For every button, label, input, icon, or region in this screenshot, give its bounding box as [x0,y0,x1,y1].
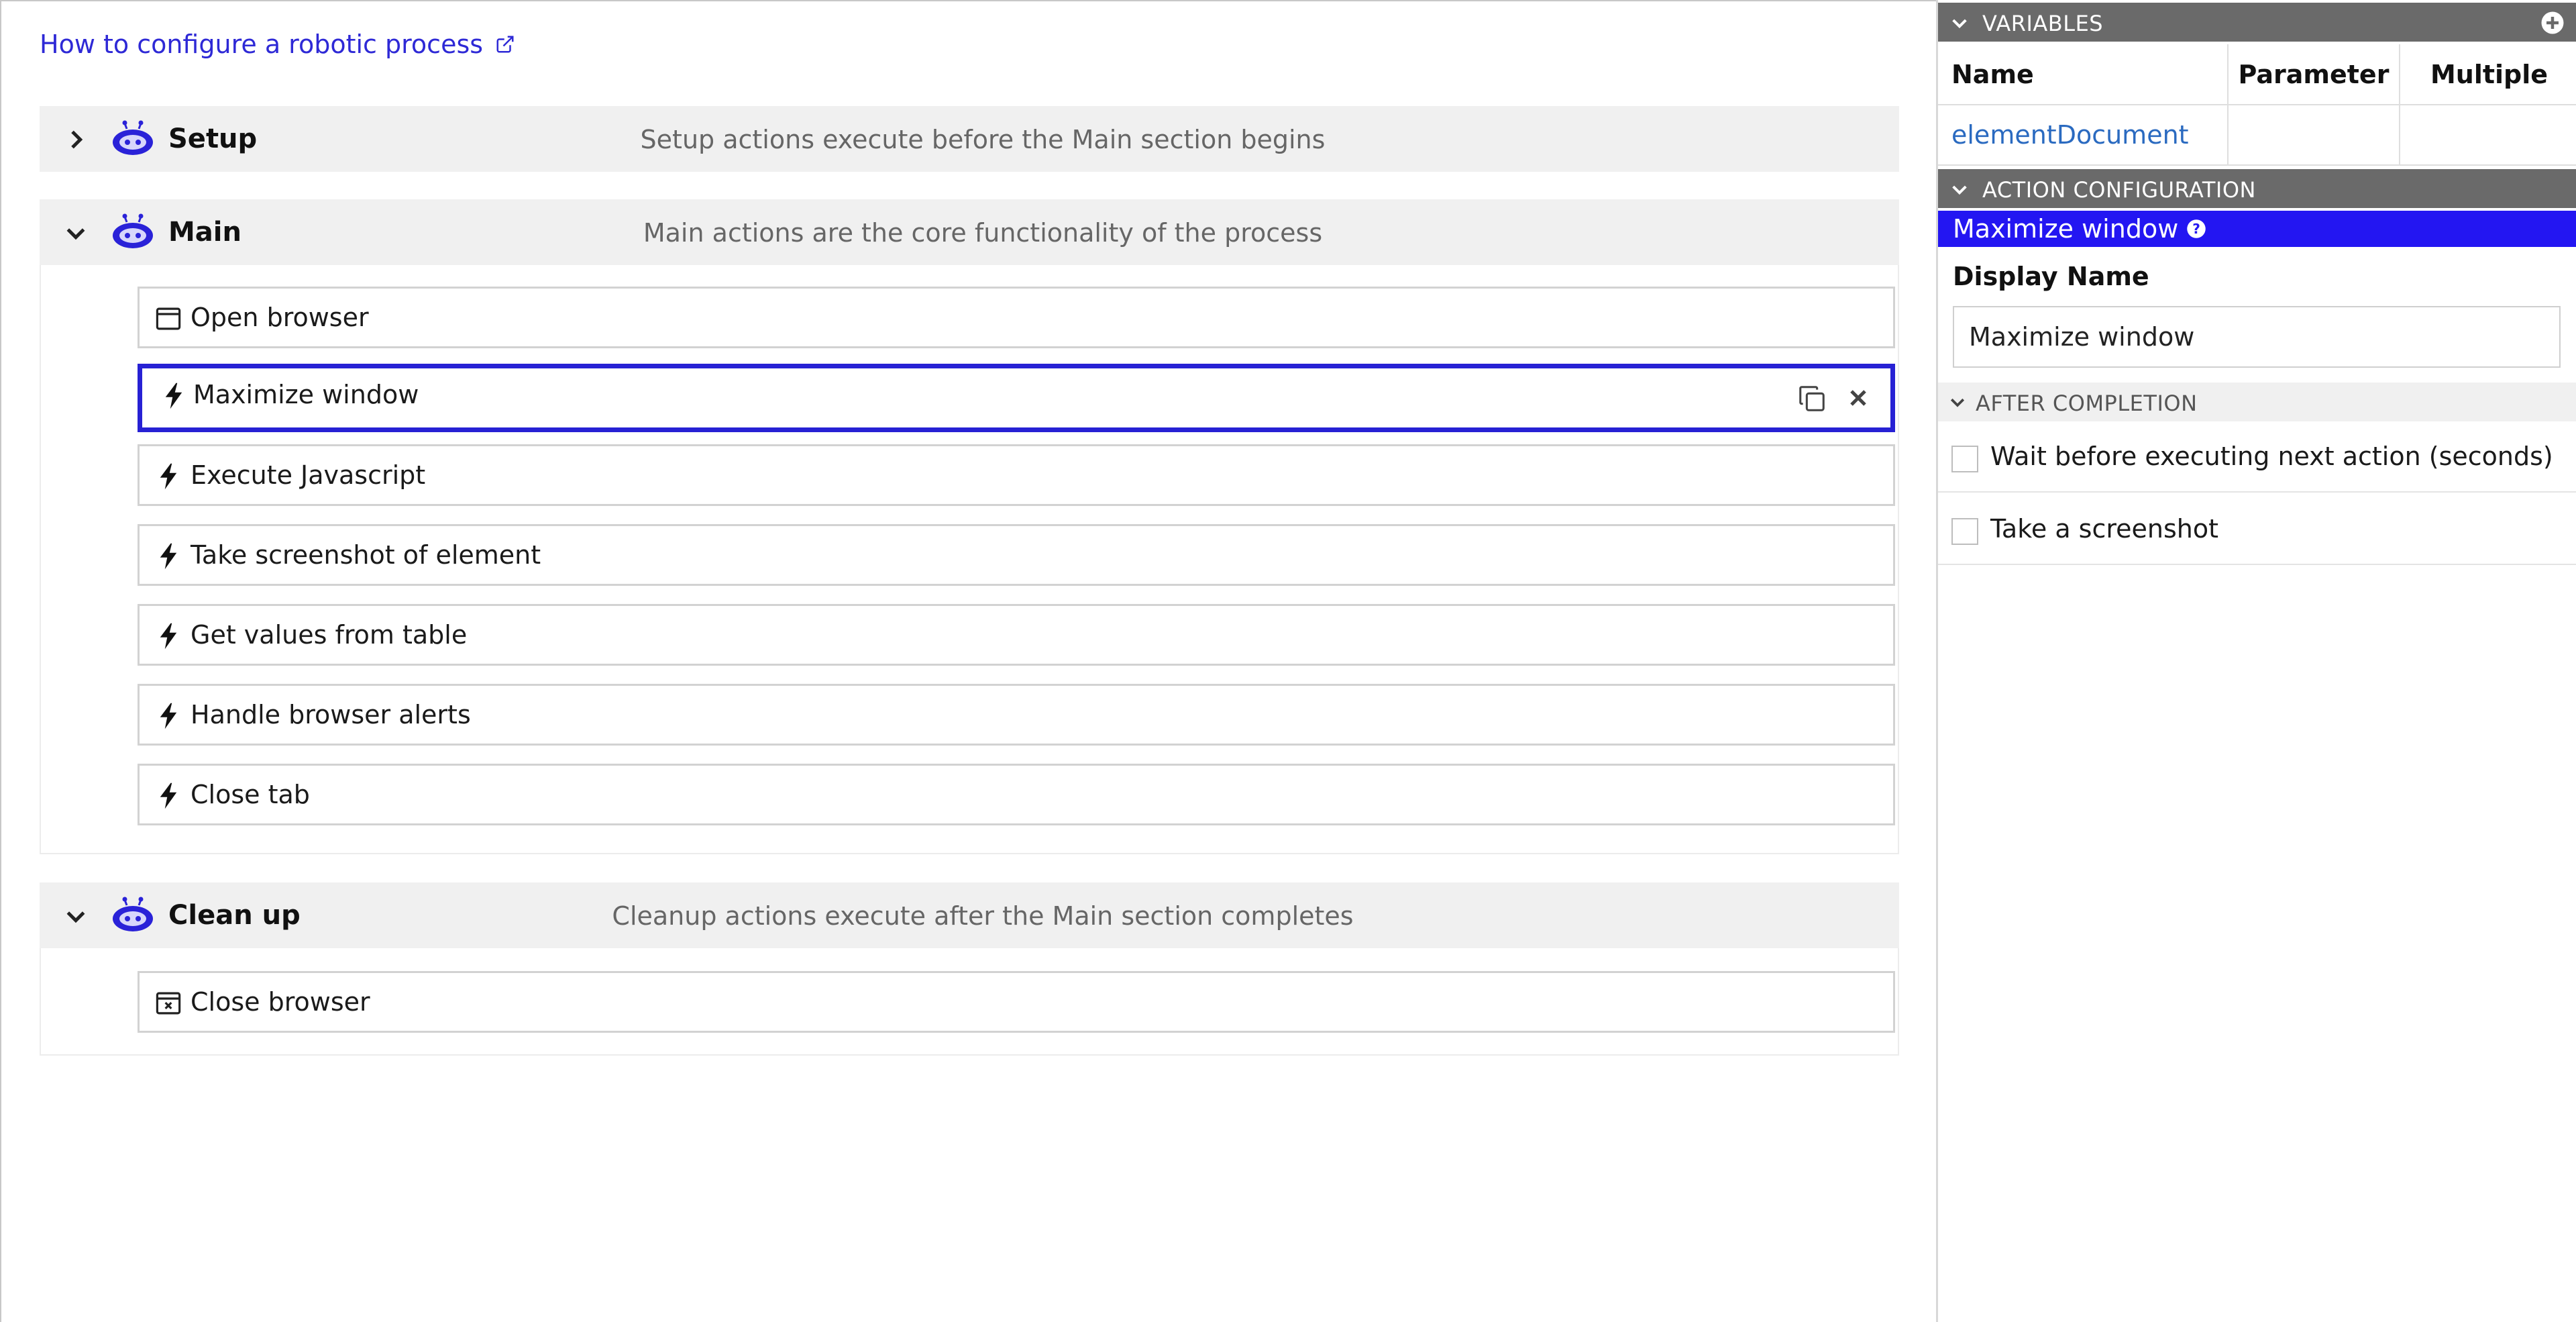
selected-action-title: Maximize window [1953,214,2179,244]
action-get-values-from-table[interactable]: Get values from table [138,604,1895,666]
section-clean-up: Cleanup actions execute after the Main s… [40,882,1899,1056]
section-clean-up-description: Cleanup actions execute after the Main s… [612,901,1354,931]
column-header-multiple[interactable]: Multiple [2400,44,2576,105]
action-configuration-header-label: ACTION CONFIGURATION [1982,177,2256,203]
display-name-input[interactable] [1953,306,2561,368]
copy-icon[interactable] [1796,383,1827,414]
action-label: Close browser [191,987,370,1017]
external-link-icon [496,36,514,53]
screenshot-checkbox[interactable] [1951,518,1978,545]
section-setup-description: Setup actions execute before the Main se… [640,125,1326,154]
display-name-label: Display Name [1953,262,2149,291]
action-maximize-window[interactable]: Maximize window [138,364,1895,432]
properties-panel: VARIABLES Name Parameter Multiple elemen… [1936,0,2576,1322]
take-screenshot-option[interactable]: Take a screenshot [1938,494,2576,565]
lightning-icon [165,383,182,409]
selected-action-title-bar: Maximize window ? [1938,211,2576,247]
table-row[interactable]: elementDocument [1938,105,2576,166]
help-icon[interactable]: ? [2186,219,2206,239]
action-label: Open browser [191,303,369,332]
chevron-down-icon[interactable] [1949,179,1970,200]
variable-parameter-cell[interactable] [2228,105,2400,166]
section-setup-title: Setup [168,123,258,154]
lightning-icon [160,623,177,650]
section-setup: Setup actions execute before the Main se… [40,106,1899,172]
chevron-down-icon[interactable] [1949,12,1970,34]
action-label: Execute Javascript [191,460,426,490]
close-browser-icon [156,992,181,1015]
section-setup-header[interactable]: Setup actions execute before the Main se… [40,106,1899,172]
wait-before-next-action-option[interactable]: Wait before executing next action (secon… [1938,421,2576,493]
browser-window-icon [156,307,181,330]
chevron-down-icon[interactable] [1947,392,1968,412]
action-take-screenshot-of-element[interactable]: Take screenshot of element [138,524,1895,586]
action-label: Handle browser alerts [191,700,471,729]
column-header-parameter[interactable]: Parameter [2228,44,2400,105]
action-label: Take screenshot of element [191,540,541,570]
add-circle-icon[interactable] [2540,11,2565,35]
column-header-name[interactable]: Name [1938,44,2229,105]
screenshot-checkbox-label: Take a screenshot [1990,514,2219,544]
section-main-body: Open browser Maximize window Execute Jav… [40,265,1899,854]
section-main-header[interactable]: Main actions are the core functionality … [40,199,1899,265]
lightning-icon [160,543,177,570]
action-open-browser[interactable]: Open browser [138,287,1895,348]
section-clean-up-title: Clean up [168,900,301,931]
variable-multiple-cell[interactable] [2400,105,2576,166]
lightning-icon [160,782,177,809]
action-close-browser[interactable]: Close browser [138,971,1895,1033]
action-label: Get values from table [191,620,468,650]
lightning-icon [160,463,177,490]
action-label: Close tab [191,780,310,809]
variables-table-header-row: Name Parameter Multiple [1938,44,2576,105]
help-link[interactable]: How to configure a robotic process [40,30,515,59]
section-main-title: Main [168,217,241,248]
help-link-label: How to configure a robotic process [40,30,484,59]
action-handle-browser-alerts[interactable]: Handle browser alerts [138,684,1895,746]
close-icon[interactable] [1845,385,1872,411]
action-configuration-header[interactable]: ACTION CONFIGURATION [1938,169,2576,208]
lightning-icon [160,703,177,729]
svg-text:?: ? [2192,221,2200,237]
action-label: Maximize window [193,380,419,409]
after-completion-header-label: AFTER COMPLETION [1976,391,2198,416]
wait-checkbox[interactable] [1951,446,1978,472]
variables-table: Name Parameter Multiple elementDocument [1938,44,2576,166]
variables-header-label: VARIABLES [1982,11,2104,36]
section-main: Main actions are the core functionality … [40,199,1899,854]
action-execute-javascript[interactable]: Execute Javascript [138,444,1895,506]
section-main-description: Main actions are the core functionality … [643,218,1323,248]
after-completion-header[interactable]: AFTER COMPLETION [1938,383,2576,421]
section-clean-up-body: Close browser [40,948,1899,1056]
section-clean-up-header[interactable]: Cleanup actions execute after the Main s… [40,882,1899,948]
process-editor: How to configure a robotic process Setup… [0,0,1936,1322]
variables-header[interactable]: VARIABLES [1938,3,2576,42]
wait-checkbox-label: Wait before executing next action (secon… [1990,442,2553,471]
variable-name-cell[interactable]: elementDocument [1938,105,2229,166]
action-close-tab[interactable]: Close tab [138,764,1895,825]
